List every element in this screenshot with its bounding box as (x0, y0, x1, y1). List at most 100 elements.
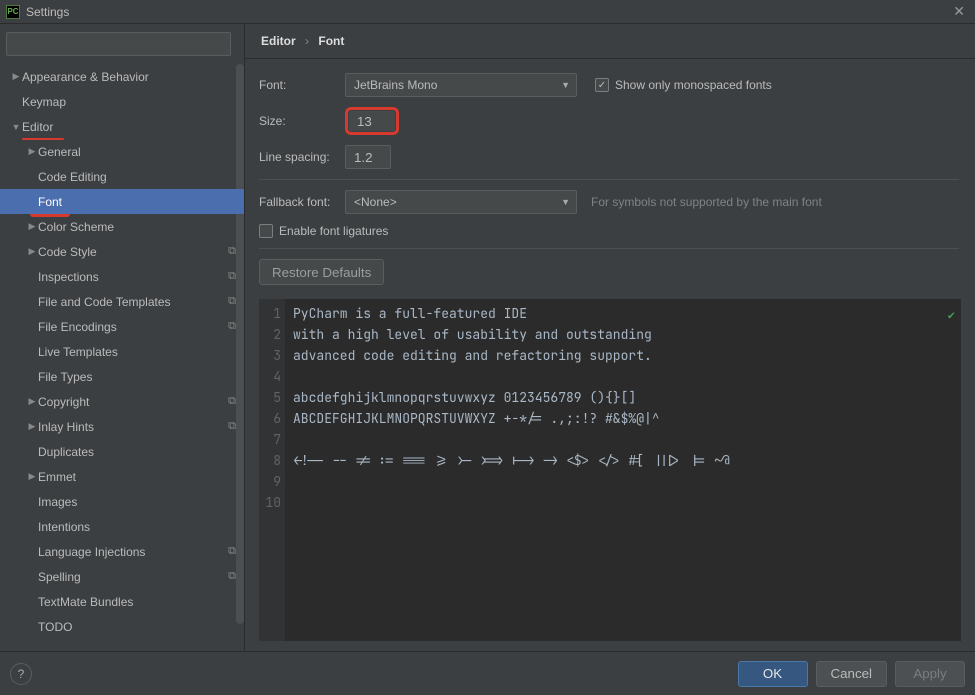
line-number: 6 (259, 408, 281, 429)
close-icon[interactable]: ✕ (949, 3, 969, 20)
tree-item[interactable]: Live Templates (0, 339, 244, 364)
tree-item[interactable]: Font (0, 189, 244, 214)
tree-item-label: Appearance & Behavior (22, 70, 236, 84)
tree-item-label: TextMate Bundles (38, 595, 236, 609)
tree-item[interactable]: Images (0, 489, 244, 514)
tree-item-label: Images (38, 495, 236, 509)
code-line: with a high level of usability and outst… (293, 324, 730, 345)
search-input[interactable] (6, 32, 231, 56)
chevron-right-icon: ▶ (26, 246, 38, 257)
restore-defaults-button[interactable]: Restore Defaults (259, 259, 384, 285)
tree-item-label: Code Style (38, 245, 228, 259)
dialog-footer: ? OK Cancel Apply (0, 651, 975, 695)
tree-item-label: File and Code Templates (38, 295, 228, 309)
tree-item[interactable]: ▶General (0, 139, 244, 164)
tree-item[interactable]: Inspections⧉ (0, 264, 244, 289)
tree-item[interactable]: Duplicates (0, 439, 244, 464)
font-label: Font: (259, 78, 345, 92)
tree-item-label: Duplicates (38, 445, 236, 459)
tree-item-label: Language Injections (38, 545, 228, 559)
tree-item-label: Intentions (38, 520, 236, 534)
tree-item[interactable]: Code Editing (0, 164, 244, 189)
help-button[interactable]: ? (10, 663, 32, 685)
tree-item[interactable]: ▶Appearance & Behavior (0, 64, 244, 89)
code-line: PyCharm is a full-featured IDE (293, 303, 730, 324)
tree-item[interactable]: Intentions (0, 514, 244, 539)
font-select[interactable]: JetBrains Mono ▼ (345, 73, 577, 97)
tree-item[interactable]: ▶Emmet (0, 464, 244, 489)
tree-item[interactable]: File Encodings⧉ (0, 314, 244, 339)
tree-item[interactable]: TODO (0, 614, 244, 639)
fallback-hint: For symbols not supported by the main fo… (591, 195, 822, 209)
settings-main: Editor › Font Font: JetBrains Mono ▼ Sho… (245, 24, 975, 651)
tree-item[interactable]: File Types (0, 364, 244, 389)
tree-item-label: Editor (22, 120, 236, 134)
show-monospaced-label: Show only monospaced fonts (615, 78, 772, 92)
tree-item[interactable]: File and Code Templates⧉ (0, 289, 244, 314)
ligatures-checkbox[interactable]: Enable font ligatures (259, 224, 388, 238)
size-input[interactable] (349, 111, 395, 131)
chevron-down-icon: ▼ (561, 80, 570, 90)
code-line (293, 366, 730, 387)
chevron-right-icon: ▶ (26, 221, 38, 232)
preview-code: PyCharm is a full-featured IDEwith a hig… (285, 299, 738, 641)
copy-icon: ⧉ (228, 420, 236, 433)
tree-item[interactable]: Keymap (0, 89, 244, 114)
size-highlight-annotation (345, 107, 399, 135)
tree-item[interactable]: ▶Copyright⧉ (0, 389, 244, 414)
ok-button[interactable]: OK (738, 661, 808, 687)
code-line (293, 471, 730, 492)
window-titlebar: PC Settings ✕ (0, 0, 975, 24)
chevron-right-icon: › (299, 34, 315, 48)
check-icon: ✔ (948, 305, 955, 326)
code-line: ABCDEFGHIJKLMNOPQRSTUVWXYZ +-*/= .,;:!? … (293, 408, 730, 429)
tree-item[interactable]: ▶Inlay Hints⧉ (0, 414, 244, 439)
code-line (293, 429, 730, 450)
tree-item-label: Spelling (38, 570, 228, 584)
code-line (293, 492, 730, 513)
chevron-right-icon: ▶ (26, 146, 38, 157)
copy-icon: ⧉ (228, 545, 236, 558)
tree-item[interactable]: ▶Color Scheme (0, 214, 244, 239)
chevron-down-icon: ▼ (561, 197, 570, 207)
font-form: Font: JetBrains Mono ▼ Show only monospa… (245, 59, 975, 295)
tree-item[interactable]: ▶Code Style⧉ (0, 239, 244, 264)
copy-icon: ⧉ (228, 395, 236, 408)
tree-item[interactable]: ▼Editor (0, 114, 244, 139)
tree-item-label: Color Scheme (38, 220, 236, 234)
line-number: 4 (259, 366, 281, 387)
breadcrumb-editor[interactable]: Editor (261, 34, 296, 48)
fallback-font-select[interactable]: <None> ▼ (345, 190, 577, 214)
chevron-right-icon: ▶ (26, 396, 38, 407)
code-line: abcdefghijklmnopqrstuvwxyz 0123456789 ()… (293, 387, 730, 408)
breadcrumb: Editor › Font (245, 24, 975, 59)
line-number: 8 (259, 450, 281, 471)
tree-item-label: Emmet (38, 470, 236, 484)
font-select-value: JetBrains Mono (354, 78, 437, 92)
cancel-button[interactable]: Cancel (816, 661, 888, 687)
copy-icon: ⧉ (228, 270, 236, 283)
divider (259, 179, 959, 180)
settings-sidebar: ⌕ ▶Appearance & BehaviorKeymap▼Editor▶Ge… (0, 24, 245, 651)
tree-item[interactable]: Language Injections⧉ (0, 539, 244, 564)
size-label: Size: (259, 114, 345, 128)
copy-icon: ⧉ (228, 245, 236, 258)
settings-tree[interactable]: ▶Appearance & BehaviorKeymap▼Editor▶Gene… (0, 64, 244, 651)
apply-button[interactable]: Apply (895, 661, 965, 687)
code-line: <!-- -- != := === >= >- >=> |-> -> <$> <… (293, 450, 730, 471)
show-monospaced-checkbox[interactable]: Show only monospaced fonts (595, 78, 772, 92)
line-number: 1 (259, 303, 281, 324)
copy-icon: ⧉ (228, 570, 236, 583)
tree-item-label: Inspections (38, 270, 228, 284)
ligatures-label: Enable font ligatures (279, 224, 388, 238)
copy-icon: ⧉ (228, 320, 236, 333)
tree-item[interactable]: TextMate Bundles (0, 589, 244, 614)
tree-item-label: Keymap (22, 95, 236, 109)
line-spacing-input[interactable] (345, 145, 391, 169)
line-number: 9 (259, 471, 281, 492)
tree-item[interactable]: Spelling⧉ (0, 564, 244, 589)
tree-item-label: Code Editing (38, 170, 236, 184)
app-logo-icon: PC (6, 5, 20, 19)
line-number: 5 (259, 387, 281, 408)
line-number: 3 (259, 345, 281, 366)
